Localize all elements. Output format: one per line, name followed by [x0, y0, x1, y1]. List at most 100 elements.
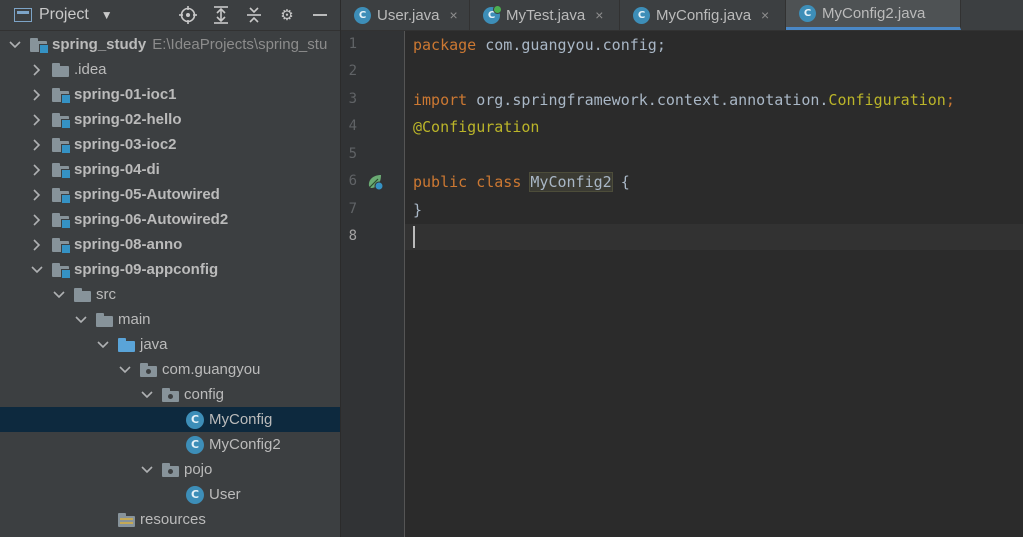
- module-folder-icon: [52, 237, 71, 254]
- module-folder-icon: [52, 112, 71, 129]
- tree-item-label: resources: [140, 511, 206, 528]
- tree-item-spring-04-di[interactable]: spring-04-di: [0, 157, 340, 182]
- spring-bean-icon[interactable]: [366, 173, 384, 191]
- keyword: public class: [413, 173, 522, 191]
- tree-item-spring-09-appconfig[interactable]: spring-09-appconfig: [0, 257, 340, 282]
- chevron-right-icon[interactable]: [30, 113, 44, 126]
- tab-label: MyConfig2.java: [822, 5, 926, 22]
- brace: }: [413, 201, 423, 219]
- chevron-right-icon[interactable]: [30, 63, 44, 76]
- locate-icon[interactable]: [176, 5, 200, 25]
- tree-item-pojo[interactable]: pojo: [0, 457, 340, 482]
- tab-mytest-java[interactable]: C MyTest.java ×: [470, 0, 620, 30]
- tree-item-spring-01-ioc1[interactable]: spring-01-ioc1: [0, 82, 340, 107]
- tab-label: MyConfig.java: [656, 6, 752, 24]
- chevron-down-icon[interactable]: [8, 40, 22, 49]
- chevron-right-icon[interactable]: [30, 88, 44, 101]
- chevron-down-icon[interactable]: [140, 465, 154, 474]
- chevron-down-icon[interactable]: [140, 390, 154, 399]
- project-path: E:\IdeaProjects\spring_stu: [152, 36, 328, 53]
- tree-item-src[interactable]: src: [0, 282, 340, 307]
- tree-item-spring-02-hello[interactable]: spring-02-hello: [0, 107, 340, 132]
- tree-item-spring-05-autowired[interactable]: spring-05-Autowired: [0, 182, 340, 207]
- expand-all-icon[interactable]: [209, 5, 233, 25]
- tab-user-java[interactable]: C User.java ×: [341, 0, 470, 30]
- folder-icon: [52, 62, 70, 78]
- chevron-down-icon[interactable]: [30, 265, 44, 274]
- chevron-right-icon[interactable]: [30, 163, 44, 176]
- chevron-right-icon[interactable]: [30, 188, 44, 201]
- text-caret: [413, 226, 415, 248]
- chevron-down-icon[interactable]: [118, 365, 132, 374]
- tree-item-config[interactable]: config: [0, 382, 340, 407]
- tree-item-spring-06-autowired2[interactable]: spring-06-Autowired2: [0, 207, 340, 232]
- tree-item-label: spring_study: [52, 36, 147, 53]
- chevron-down-icon[interactable]: [74, 315, 88, 324]
- resources-folder-icon: [118, 512, 136, 528]
- tree-item-main[interactable]: main: [0, 307, 340, 332]
- tab-myconfig2-java[interactable]: C MyConfig2.java: [786, 0, 961, 30]
- tree-item-myconfig[interactable]: C MyConfig: [0, 407, 340, 432]
- source-folder-icon: [118, 337, 136, 353]
- project-header: Project ▼ ⚙: [0, 0, 340, 31]
- module-folder-icon: [30, 37, 49, 54]
- class-icon: C: [186, 410, 204, 429]
- line-number: 2: [348, 63, 357, 79]
- code-line-1: package com.guangyou.config;: [413, 32, 666, 59]
- tree-item-com-guangyou[interactable]: com.guangyou: [0, 357, 340, 382]
- close-icon[interactable]: ×: [450, 7, 458, 23]
- tree-item-label: spring-05-Autowired: [74, 186, 220, 203]
- tree-item-label: spring-01-ioc1: [74, 86, 177, 103]
- class-name: MyConfig2: [530, 173, 612, 191]
- tree-item-user[interactable]: C User: [0, 482, 340, 507]
- chevron-down-icon[interactable]: ▼: [101, 8, 113, 22]
- tree-item-spring-08-anno[interactable]: spring-08-anno: [0, 232, 340, 257]
- tree-item-myconfig2[interactable]: C MyConfig2: [0, 432, 340, 457]
- tree-item-label: config: [184, 386, 225, 403]
- chevron-right-icon[interactable]: [30, 138, 44, 151]
- annotation: @Configuration: [413, 118, 540, 136]
- chevron-down-icon[interactable]: [96, 340, 110, 349]
- tree-item-resources[interactable]: resources: [0, 507, 340, 532]
- semicolon: ;: [945, 91, 955, 109]
- project-tool-window: Project ▼ ⚙ spring_study E:\IdeaProjects…: [0, 0, 341, 537]
- import-class: Configuration: [828, 91, 946, 109]
- tree-item-spring-03-ioc2[interactable]: spring-03-ioc2: [0, 132, 340, 157]
- tab-myconfig-java[interactable]: C MyConfig.java ×: [620, 0, 786, 30]
- tree-item-label: pojo: [184, 461, 213, 478]
- editor-gutter: 1 2 3 4 5 6 7 8: [341, 31, 405, 537]
- module-folder-icon: [52, 212, 71, 229]
- chevron-right-icon[interactable]: [30, 213, 44, 226]
- close-icon[interactable]: ×: [595, 7, 603, 23]
- tree-item-spring-study[interactable]: spring_study E:\IdeaProjects\spring_stu: [0, 32, 340, 57]
- minimize-icon[interactable]: [308, 5, 332, 25]
- package-name: com.guangyou.config;: [476, 36, 666, 54]
- tree-item-label: spring-09-appconfig: [74, 261, 219, 278]
- class-icon: C: [186, 485, 204, 504]
- class-icon: C: [354, 6, 371, 24]
- code-line-4: @Configuration: [413, 114, 539, 141]
- tree-item-label: spring-04-di: [74, 161, 160, 178]
- keyword: import: [413, 91, 468, 109]
- editor-tabs: C User.java × C MyTest.java × C MyConfig…: [341, 0, 1023, 31]
- close-icon[interactable]: ×: [761, 7, 769, 23]
- collapse-all-icon[interactable]: [242, 5, 266, 25]
- gear-icon[interactable]: ⚙: [275, 5, 299, 25]
- module-folder-icon: [52, 137, 71, 154]
- tree-item-idea[interactable]: .idea: [0, 57, 340, 82]
- tree-item-label: spring-08-anno: [74, 236, 183, 253]
- tree-item-label: .idea: [74, 61, 107, 78]
- project-title[interactable]: Project: [39, 6, 89, 24]
- project-tree: spring_study E:\IdeaProjects\spring_stu …: [0, 31, 340, 537]
- package-icon: [162, 462, 180, 478]
- chevron-right-icon[interactable]: [30, 238, 44, 251]
- line-number: 4: [348, 118, 357, 134]
- tree-item-java[interactable]: java: [0, 332, 340, 357]
- code-line-7: }: [413, 197, 422, 224]
- project-toolbar: ⚙: [167, 5, 332, 25]
- code-area[interactable]: package com.guangyou.config; import org.…: [405, 31, 1023, 537]
- editor-area: C User.java × C MyTest.java × C MyConfig…: [341, 0, 1023, 537]
- chevron-down-icon[interactable]: [52, 290, 66, 299]
- brace: {: [611, 173, 630, 191]
- tree-item-label: User: [209, 486, 241, 503]
